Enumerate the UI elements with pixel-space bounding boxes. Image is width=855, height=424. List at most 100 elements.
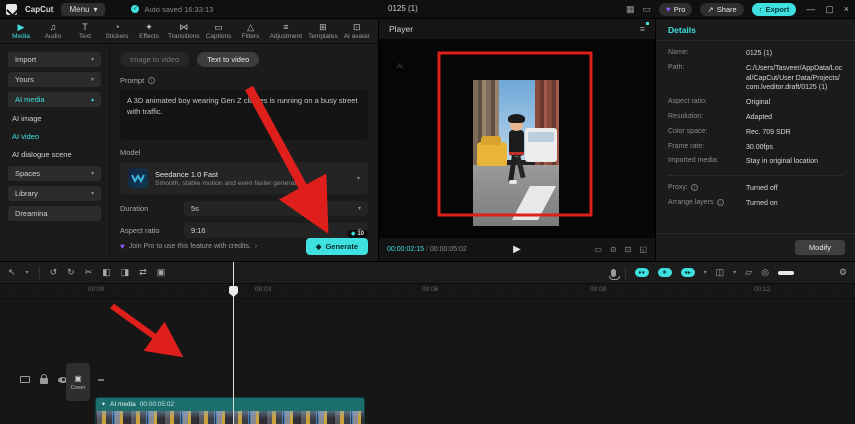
modify-button[interactable]: Modify (794, 240, 845, 255)
tab-text-to-video[interactable]: Text to video (197, 52, 260, 67)
split-icon[interactable]: ✂ (85, 267, 93, 278)
record-voiceover-icon[interactable] (608, 268, 620, 280)
sidebar-item-label: Dreamina (15, 209, 48, 218)
panel-layout-icon[interactable]: ▭ (642, 4, 651, 15)
close-button[interactable]: × (844, 4, 849, 14)
menu-button[interactable]: Menu ▾ (61, 2, 106, 16)
media-panel: ▶ Media ♫ Audio T Text ◔ Stickers ✦ Effe… (0, 19, 378, 261)
quality-icon[interactable]: ⊡ (625, 245, 632, 254)
ribbon-tab-filters[interactable]: △ Filters (238, 22, 264, 40)
aspect-ratio-select[interactable]: 9:16 ▾ (184, 223, 368, 238)
delete-left-icon[interactable]: ◧ (102, 267, 111, 278)
ruler-tick: 00:03 (255, 286, 272, 293)
ribbon-label: AI avatar (343, 33, 370, 40)
maximize-button[interactable]: ▢ (825, 4, 834, 15)
aspect-ratio-icon[interactable]: ▭ (594, 245, 602, 254)
model-selector[interactable]: Seedance 1.0 Fast Smooth, stable motion … (120, 162, 368, 194)
sidebar-item-spaces[interactable]: Spaces ▾ (8, 166, 101, 181)
mirror-icon[interactable]: ⇄ (139, 267, 147, 278)
detail-row-frame-rate: Frame rate: 30.00fps (668, 143, 843, 153)
audio-icon: ♫ (49, 22, 57, 32)
layout-toggle-icon[interactable]: ▦ (626, 4, 635, 15)
ribbon-tab-captions[interactable]: ▭ Captions (206, 22, 232, 40)
ribbon-tab-effects[interactable]: ✦ Effects (136, 22, 162, 40)
play-button[interactable]: ▶ (513, 244, 521, 255)
detail-label: Color space: (668, 127, 708, 135)
ribbon-tab-stickers[interactable]: ◔ Stickers (104, 22, 130, 40)
lock-track-icon[interactable] (40, 374, 48, 384)
details-panel: Details Name: 0125 (1) Path: C:/Users/Ta… (656, 19, 855, 261)
detail-row-aspect-ratio: Aspect ratio: Original (668, 98, 843, 108)
pro-button[interactable]: ♥ Pro (658, 2, 693, 16)
clip-duration: 00:00:05:02 (139, 401, 175, 408)
templates-icon: ⊞ (319, 22, 327, 32)
video-van (525, 128, 557, 162)
player-options-icon[interactable]: ≡ (640, 22, 650, 34)
undo-icon[interactable]: ↺ (50, 267, 58, 278)
detail-value: Stay in original location (746, 158, 818, 166)
detail-value: Turned on (746, 199, 778, 207)
sidebar-item-label: Import (15, 55, 37, 64)
sidebar-item-ai-video[interactable]: AI video (8, 130, 101, 143)
sidebar-item-dreamina[interactable]: Dreamina (8, 206, 101, 221)
collapse-track-icon[interactable] (98, 378, 104, 381)
sidebar-item-label: AI image (12, 114, 42, 123)
video-viewport[interactable]: Ai (379, 39, 655, 238)
ribbon-tab-media[interactable]: ▶ Media (8, 22, 34, 40)
titlebar-right: ▦ ▭ ♥ Pro ↗ Share ↑ Export — ▢ × (626, 0, 849, 18)
timeline-zoom-slider[interactable] (777, 270, 794, 275)
timeline-tracks[interactable]: ▣ Cover ✦ AI media 00:00:05:02 (0, 299, 855, 424)
timeline-ruler[interactable]: 00:00 00:03 00:06 00:09 00:12 (0, 284, 855, 299)
ai-watermark: Ai (397, 63, 403, 70)
ribbon-tab-adjustment[interactable]: ≡ Adjustment (270, 22, 303, 40)
sidebar-item-ai-dialogue-scene[interactable]: AI dialogue scene (8, 148, 101, 161)
chevron-down-icon[interactable]: ▾ (26, 269, 29, 276)
sidebar-item-ai-media[interactable]: AI media ▴ (8, 92, 101, 107)
details-title: Details (668, 24, 696, 35)
locate-playhead-icon[interactable]: ◎ (761, 267, 769, 278)
duration-select[interactable]: 5s ▾ (184, 201, 368, 216)
delete-right-icon[interactable]: ◨ (121, 267, 130, 278)
generate-button[interactable]: ◆ Generate ◆ 10 (305, 230, 368, 255)
ribbon-tab-templates[interactable]: ⊞ Templates (308, 22, 338, 40)
ribbon-tab-text[interactable]: T Text (72, 22, 98, 40)
cover-button[interactable]: ▣ Cover (66, 363, 90, 401)
capcut-window: CapCut Menu ▾ ✓ Auto saved 16:33:13 0125… (0, 0, 855, 424)
sidebar-item-import[interactable]: Import ▾ (8, 52, 101, 67)
ai-media-clip[interactable]: ✦ AI media 00:00:05:02 (95, 397, 365, 424)
chevron-down-icon[interactable]: ▾ (733, 269, 736, 276)
pro-hint-text[interactable]: Join Pro to use this feature with credit… (129, 243, 251, 250)
detail-value: Turned off (746, 185, 778, 193)
share-button[interactable]: ↗ Share (700, 2, 744, 16)
link-preview-toggle[interactable]: ✳ (657, 268, 672, 277)
adjust-board-icon[interactable]: ▱ (745, 267, 752, 278)
magnetic-snap-toggle[interactable]: ●● (634, 268, 649, 277)
ribbon-tab-transitions[interactable]: ⋈ Transitions (168, 22, 200, 40)
clip-filmstrip-highlight (96, 411, 364, 419)
fullscreen-icon[interactable]: ◱ (639, 245, 647, 254)
ribbon-tab-audio[interactable]: ♫ Audio (40, 22, 66, 40)
ribbon: ▶ Media ♫ Audio T Text ◔ Stickers ✦ Effe… (0, 19, 378, 44)
timeline-settings-gear-icon[interactable]: ⚙ (839, 267, 847, 278)
sidebar-item-ai-image[interactable]: AI image (8, 112, 101, 125)
minimize-button[interactable]: — (806, 4, 815, 14)
redo-icon[interactable]: ↻ (67, 267, 75, 278)
clapper-menu-icon[interactable]: ◫ (716, 267, 725, 278)
sidebar-item-library[interactable]: Library ▾ (8, 186, 101, 201)
crop-icon[interactable]: ▣ (157, 267, 166, 278)
credits-badge: ◆ 10 (347, 230, 368, 238)
detail-row-color-space: Color space: Rec. 709 SDR (668, 128, 843, 138)
prompt-input[interactable]: A 3D animated boy wearing Gen Z clothes … (120, 90, 368, 140)
pro-label: Pro (673, 4, 686, 14)
export-button[interactable]: ↑ Export (751, 2, 797, 16)
tab-image-to-video[interactable]: Image to video (120, 52, 190, 67)
sidebar-item-yours[interactable]: Yours ▾ (8, 72, 101, 87)
detail-label: Name: (668, 49, 689, 56)
titlebar: CapCut Menu ▾ ✓ Auto saved 16:33:13 0125… (0, 0, 855, 18)
select-tool-icon[interactable]: ↖ (8, 267, 16, 278)
auto-track-toggle[interactable]: ●▸ (680, 268, 695, 277)
chevron-down-icon[interactable]: ▾ (704, 269, 707, 276)
preview-zoom-icon[interactable]: ⊙ (610, 245, 617, 254)
track-overlay-icon[interactable] (20, 376, 30, 383)
ribbon-tab-ai-avatar[interactable]: ⊡ AI avatar (344, 22, 370, 40)
